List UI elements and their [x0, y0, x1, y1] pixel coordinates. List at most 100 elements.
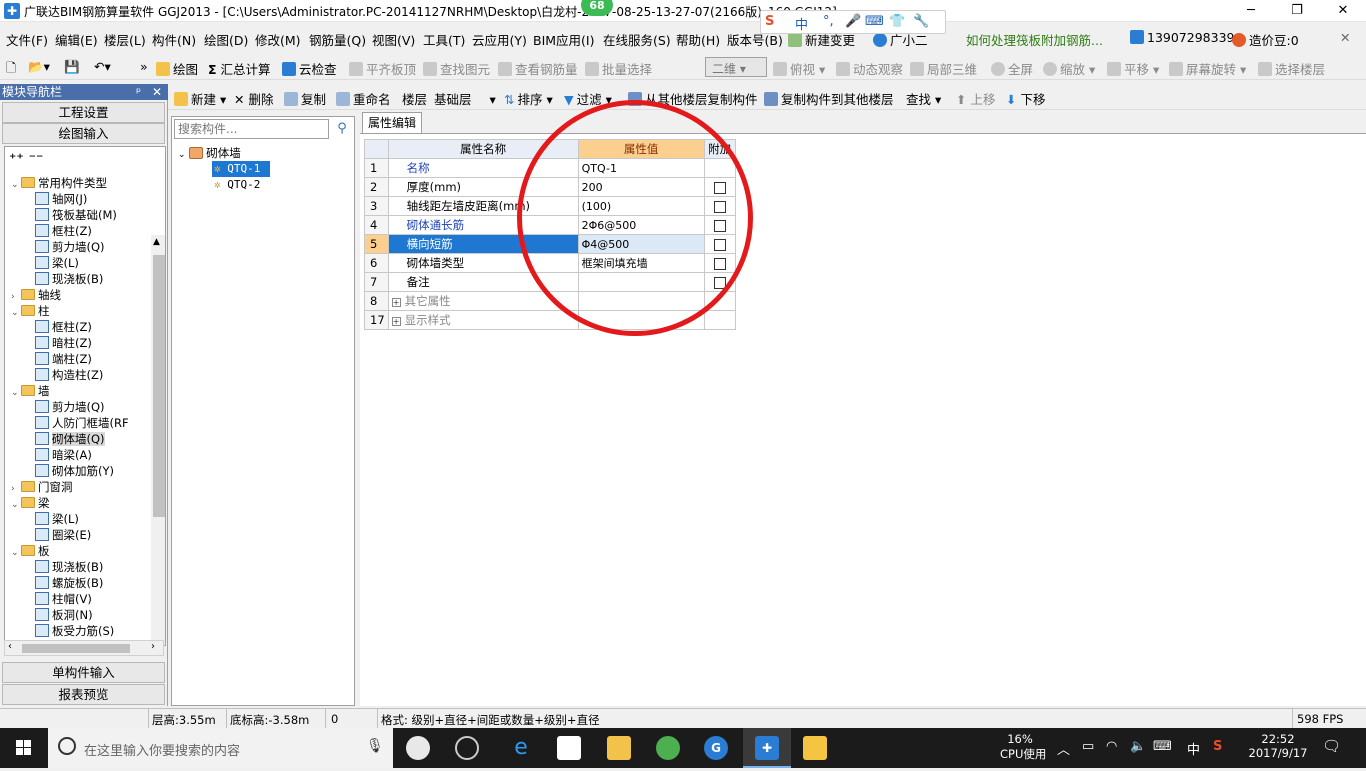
scroll-up-icon[interactable]: ▲ — [153, 237, 160, 247]
menu-modify[interactable]: 修改(M) — [255, 30, 301, 49]
menu-draw[interactable]: 绘图(D) — [204, 30, 248, 49]
save-icon[interactable]: 💾 — [64, 59, 80, 75]
draw-button[interactable]: 绘图 — [156, 59, 198, 78]
edge-icon[interactable]: e — [509, 736, 533, 760]
tree-item[interactable]: 板洞(N) — [35, 607, 93, 623]
tree-item[interactable]: 轴网(J) — [35, 191, 87, 207]
undo-icon[interactable]: ↶▾ — [94, 59, 111, 74]
tree-item[interactable]: 螺旋板(B) — [35, 575, 103, 591]
dynamic-view-button[interactable]: 动态观察 — [836, 59, 903, 78]
user-account[interactable]: 13907298339 — [1130, 30, 1234, 45]
hscroll-thumb[interactable] — [22, 644, 130, 653]
top-view-button[interactable]: 俯视 ▾ — [773, 59, 825, 78]
tree-item[interactable]: 暗梁(A) — [35, 447, 92, 463]
ggj-taskbar-button[interactable]: ✚ — [743, 728, 791, 768]
notes-icon[interactable] — [803, 736, 827, 760]
menu-bim[interactable]: BIM应用(I) — [533, 30, 595, 49]
project-settings-button[interactable]: 工程设置 — [2, 102, 165, 123]
component-item-qtq1[interactable]: ✲ QTQ-1 — [212, 161, 270, 177]
local-3d-button[interactable]: 局部三维 — [910, 59, 977, 78]
menu-rebar-qty[interactable]: 钢筋量(Q) — [309, 30, 366, 49]
tree-folder[interactable]: ⌄ 柱 — [11, 303, 50, 319]
close-button[interactable]: ✕ — [1320, 0, 1366, 22]
tree-scrollbar[interactable]: ▲ ▼ — [151, 235, 165, 645]
file-explorer-icon[interactable] — [607, 736, 631, 760]
copy-to-floor-button[interactable]: 复制构件到其他楼层 — [764, 89, 894, 108]
expand-all-icon[interactable]: ⁺⁺ ⁻⁻ — [9, 151, 43, 167]
mic-icon[interactable]: 🎙 — [366, 738, 384, 754]
battery-icon[interactable]: ▭ — [1082, 739, 1094, 754]
store-icon[interactable] — [557, 736, 581, 760]
chevron-down-icon[interactable]: ⌄ — [11, 545, 21, 561]
select-floor-button[interactable]: 选择楼层 — [1258, 59, 1325, 78]
draw-input-button[interactable]: 绘图输入 — [2, 123, 165, 144]
tree-item[interactable]: 人防门框墙(RF — [35, 415, 129, 431]
tree-item[interactable]: 柱帽(V) — [35, 591, 92, 607]
chevron-down-icon[interactable]: ⌄ — [11, 385, 21, 401]
browser-360-icon[interactable] — [656, 736, 680, 760]
clock[interactable]: 22:52 2017/9/17 — [1248, 732, 1308, 760]
scroll-right-icon[interactable]: › — [151, 641, 155, 652]
find-element-button[interactable]: 查找图元 — [423, 59, 490, 78]
move-up-button[interactable]: ⬆ 上移 — [956, 89, 996, 108]
rename-button[interactable]: 重命名 — [336, 89, 391, 108]
scroll-thumb[interactable] — [153, 255, 165, 517]
volume-icon[interactable]: 🔈 — [1130, 739, 1146, 754]
tree-folder[interactable]: › 轴线 — [11, 287, 61, 303]
wifi-icon[interactable]: ◠ — [1106, 739, 1117, 754]
sogou-tray-icon[interactable]: S — [1213, 739, 1222, 754]
minimize-button[interactable]: ─ — [1228, 0, 1274, 22]
tree-item[interactable]: 构造柱(Z) — [35, 367, 103, 383]
tree-item[interactable]: 圈梁(E) — [35, 527, 91, 543]
notification-badge[interactable]: 68 — [581, 0, 613, 16]
move-down-button[interactable]: ⬇ 下移 — [1006, 89, 1046, 108]
overflow-icon[interactable]: » — [140, 59, 148, 74]
ime-mode[interactable]: 中 — [795, 14, 808, 33]
expand-plus-icon[interactable]: + — [391, 298, 401, 307]
tree-hscrollbar[interactable]: ‹ › — [4, 640, 164, 656]
tree-item[interactable]: 框柱(Z) — [35, 223, 92, 239]
keyboard-icon[interactable]: ⌨ — [865, 14, 884, 29]
tree-item[interactable]: 剪力墙(Q) — [35, 399, 105, 415]
mic-icon[interactable]: 🎤 — [845, 14, 861, 29]
tree-item[interactable]: 现浇板(B) — [35, 559, 103, 575]
fullscreen-button[interactable]: 全屏 — [991, 59, 1033, 78]
tree-item[interactable]: 筏板基础(M) — [35, 207, 117, 223]
price-beans[interactable]: 造价豆:0 — [1232, 30, 1299, 49]
component-item-qtq2[interactable]: ✲ QTQ-2 — [212, 177, 270, 193]
tray-chevron-up-icon[interactable]: ︿ — [1057, 739, 1070, 758]
glodon-g-icon[interactable]: G — [704, 736, 728, 760]
tree-item[interactable]: 现浇板(B) — [35, 271, 103, 287]
menu-edit[interactable]: 编辑(E) — [55, 30, 98, 49]
ime-punctuation[interactable]: °, — [823, 14, 834, 29]
menu-file[interactable]: 文件(F) — [6, 30, 48, 49]
expand-plus-icon[interactable]: + — [391, 317, 401, 326]
nav-close-icon[interactable]: ✕ — [152, 84, 162, 100]
summary-button[interactable]: Σ 汇总计算 — [208, 59, 271, 78]
notification-center-icon[interactable]: 🗨 — [1322, 737, 1341, 755]
pin-icon[interactable]: ᵖ — [136, 84, 141, 100]
tree-item[interactable]: 砌体墙(Q) — [35, 431, 105, 447]
edge-legacy-icon[interactable] — [455, 736, 479, 760]
new-file-icon[interactable]: 🗋 — [6, 59, 16, 80]
sogou-logo-icon[interactable]: S — [765, 14, 774, 29]
scroll-left-icon[interactable]: ‹ — [8, 641, 12, 652]
rotate-button[interactable]: 屏幕旋转 ▾ — [1169, 59, 1246, 78]
menu-component[interactable]: 构件(N) — [152, 30, 196, 49]
tree-item[interactable]: 板受力筋(S) — [35, 623, 114, 639]
tree-folder[interactable]: ⌄ 常用构件类型 — [11, 175, 107, 191]
tree-item[interactable]: 端柱(Z) — [35, 351, 92, 367]
new-component-button[interactable]: 新建 ▾ — [174, 89, 226, 108]
view-rebar-button[interactable]: 查看钢筋量 — [498, 59, 578, 78]
tree-item[interactable]: 剪力墙(Q) — [35, 239, 105, 255]
tree-item[interactable]: 梁(L) — [35, 511, 79, 527]
tree-folder[interactable]: ⌄ 板 — [11, 543, 50, 559]
tree-folder[interactable]: › 门窗洞 — [11, 479, 73, 495]
report-preview-button[interactable]: 报表预览 — [2, 684, 165, 705]
zoom-button[interactable]: 缩放 ▾ — [1043, 59, 1095, 78]
tree-item[interactable]: 框柱(Z) — [35, 319, 92, 335]
single-input-button[interactable]: 单构件输入 — [2, 662, 165, 683]
taskbar-search-input[interactable]: 在这里输入你要搜索的内容 🎙 — [48, 728, 393, 768]
windows-start-icon[interactable] — [0, 728, 48, 768]
open-file-icon[interactable]: 📂▾ — [28, 59, 50, 75]
